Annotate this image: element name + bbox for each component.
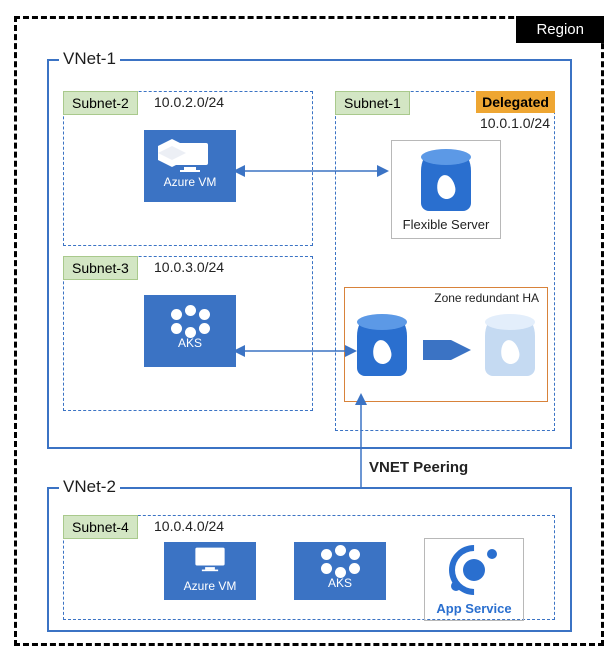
monitor-icon (193, 546, 227, 577)
aks-1: AKS (144, 295, 236, 367)
azure-vm-2: Azure VM (164, 542, 256, 600)
database-icon (421, 153, 471, 211)
vnet-peering-label: VNET Peering (369, 459, 468, 476)
vnet-1-label: VNet-1 (59, 49, 120, 69)
vm2-label: Azure VM (184, 579, 237, 596)
aks-icon (321, 549, 360, 574)
aks-icon (171, 309, 210, 334)
subnet-3-cidr: 10.0.3.0/24 (154, 259, 224, 275)
vm1-label: Azure VM (164, 175, 217, 192)
vnet-2-label: VNet-2 (59, 477, 120, 497)
subnet-1-cidr: 10.0.1.0/24 (480, 115, 550, 131)
appsvc-label: App Service (427, 601, 521, 616)
arrow-icon (423, 340, 473, 360)
ha-primary-db (357, 318, 407, 376)
app-service-icon (449, 545, 499, 595)
aks2-label: AKS (328, 576, 352, 593)
subnet-3: Subnet-3 10.0.3.0/24 AKS (63, 256, 313, 411)
subnet-4-cidr: 10.0.4.0/24 (154, 518, 224, 534)
subnet-2: Subnet-2 10.0.2.0/24 Azure VM (63, 91, 313, 246)
delegated-badge: Delegated (476, 91, 555, 113)
subnet-4-tag: Subnet-4 (63, 515, 138, 539)
ha-group: Zone redundant HA (344, 287, 548, 402)
vnet-1: VNet-1 Subnet-2 10.0.2.0/24 Azure VM Sub… (47, 59, 572, 449)
ha-label: Zone redundant HA (434, 291, 539, 305)
subnet-1-tag: Subnet-1 (335, 91, 410, 115)
database-icon (357, 318, 407, 376)
azure-vm-1: Azure VM (144, 130, 236, 202)
subnet-4: Subnet-4 10.0.4.0/24 Azure VM AKS (63, 515, 555, 620)
ha-replica-db (485, 318, 535, 376)
database-icon (485, 318, 535, 376)
aks-2: AKS (294, 542, 386, 600)
region-badge: Region (516, 16, 604, 43)
flexible-server: Flexible Server (391, 140, 501, 239)
flex-label: Flexible Server (398, 217, 494, 232)
subnet-2-tag: Subnet-2 (63, 91, 138, 115)
subnet-3-tag: Subnet-3 (63, 256, 138, 280)
subnet-1: Subnet-1 Delegated 10.0.1.0/24 Flexible … (335, 91, 555, 431)
vnet-2: VNet-2 Subnet-4 10.0.4.0/24 Azure VM (47, 487, 572, 632)
app-service: App Service (424, 538, 524, 621)
subnet-2-cidr: 10.0.2.0/24 (154, 94, 224, 110)
aks1-label: AKS (178, 336, 202, 353)
region-boundary: Region VNet-1 Subnet-2 10.0.2.0/24 Azure… (14, 16, 604, 646)
